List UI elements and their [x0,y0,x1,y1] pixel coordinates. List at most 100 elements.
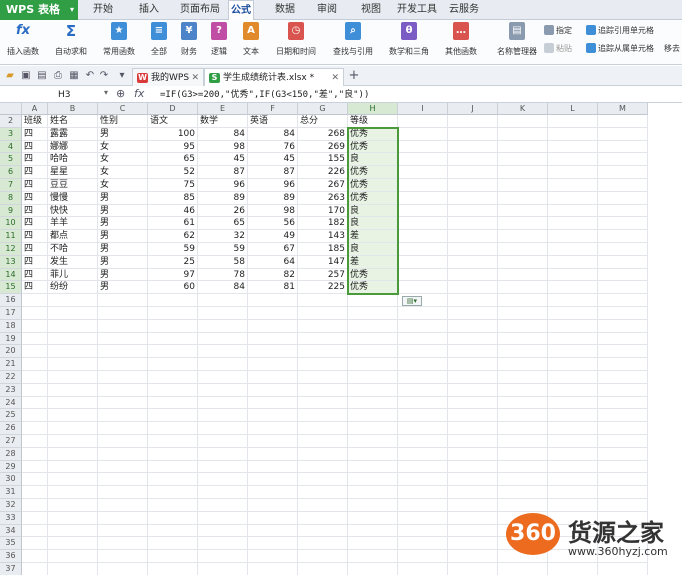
table-cell[interactable]: 娜娜 [48,140,98,154]
save-as-icon[interactable]: ▤ [36,70,48,82]
empty-cell[interactable] [198,447,248,461]
empty-cell[interactable] [398,140,448,154]
empty-cell[interactable] [498,435,548,448]
empty-cell[interactable] [448,345,498,359]
empty-cell[interactable] [48,511,98,525]
empty-cell[interactable] [448,511,498,525]
empty-cell[interactable] [198,473,248,487]
empty-cell[interactable] [398,422,448,435]
empty-cell[interactable] [498,409,548,423]
print-icon[interactable]: ⎙ [52,70,64,82]
empty-cell[interactable] [448,319,498,333]
empty-cell[interactable] [22,358,48,371]
row-header[interactable]: 18 [0,319,22,333]
empty-cell[interactable] [248,371,298,384]
table-cell[interactable]: 45 [248,153,298,167]
row-header[interactable]: 6 [0,166,22,179]
empty-cell[interactable] [148,460,198,474]
table-cell[interactable]: 97 [148,268,198,282]
table-cell[interactable]: 182 [298,217,348,231]
empty-cell[interactable] [298,447,348,461]
empty-cell[interactable] [548,268,598,282]
table-cell[interactable]: 良 [348,217,398,231]
empty-cell[interactable] [248,332,298,346]
empty-cell[interactable] [98,537,148,551]
empty-cell[interactable] [398,358,448,371]
menu-tab[interactable]: 云服务 [446,0,482,20]
row-header[interactable]: 36 [0,550,22,563]
table-cell[interactable]: 61 [148,217,198,231]
redo-icon[interactable]: ↷ [98,70,110,82]
row-header[interactable]: 35 [0,537,22,551]
autofill-options-icon[interactable]: ▤▾ [402,296,422,307]
empty-cell[interactable] [148,550,198,563]
empty-cell[interactable] [22,332,48,346]
header-cell[interactable]: 总分 [298,115,348,128]
print-preview-icon[interactable]: ▦ [68,70,80,82]
empty-cell[interactable] [498,422,548,435]
empty-cell[interactable] [248,499,298,512]
empty-cell[interactable] [48,447,98,461]
empty-cell[interactable] [248,447,298,461]
empty-cell[interactable] [348,563,398,575]
empty-cell[interactable] [548,115,598,128]
empty-cell[interactable] [148,499,198,512]
empty-cell[interactable] [548,127,598,141]
other-functions-button[interactable]: … 其他函数 [438,22,484,64]
empty-cell[interactable] [448,499,498,512]
empty-cell[interactable] [348,524,398,538]
empty-cell[interactable] [448,115,498,128]
table-cell[interactable]: 84 [198,127,248,141]
table-cell[interactable]: 不哈 [48,243,98,256]
empty-cell[interactable] [448,153,498,167]
empty-cell[interactable] [22,371,48,384]
menu-tab[interactable]: 开始 [88,0,118,20]
row-header[interactable]: 22 [0,371,22,384]
remove-arrows-button[interactable]: 移去 [664,42,680,56]
empty-cell[interactable] [22,294,48,307]
table-cell[interactable]: 四 [22,140,48,154]
empty-cell[interactable] [148,371,198,384]
empty-cell[interactable] [22,486,48,499]
empty-cell[interactable] [98,435,148,448]
empty-cell[interactable] [22,409,48,423]
empty-cell[interactable] [598,281,648,295]
empty-cell[interactable] [498,127,548,141]
table-cell[interactable]: 65 [148,153,198,167]
empty-cell[interactable] [298,307,348,320]
table-cell[interactable]: 四 [22,230,48,243]
table-cell[interactable]: 女 [98,166,148,179]
empty-cell[interactable] [348,409,398,423]
empty-cell[interactable] [498,396,548,410]
empty-cell[interactable] [398,115,448,128]
zoom-search-icon[interactable]: ⊕ [116,87,125,100]
table-cell[interactable]: 87 [198,166,248,179]
row-header[interactable]: 2 [0,115,22,128]
empty-cell[interactable] [398,524,448,538]
empty-cell[interactable] [248,294,298,307]
empty-cell[interactable] [548,255,598,269]
dropdown-icon[interactable]: ▾ [104,88,108,97]
empty-cell[interactable] [22,447,48,461]
table-cell[interactable]: 优秀 [348,179,398,192]
empty-cell[interactable] [498,191,548,205]
empty-cell[interactable] [298,332,348,346]
empty-cell[interactable] [398,460,448,474]
empty-cell[interactable] [448,243,498,256]
row-header[interactable]: 23 [0,383,22,397]
table-cell[interactable]: 女 [98,140,148,154]
empty-cell[interactable] [398,345,448,359]
table-cell[interactable]: 155 [298,153,348,167]
empty-cell[interactable] [398,153,448,167]
empty-cell[interactable] [348,396,398,410]
empty-cell[interactable] [498,486,548,499]
empty-cell[interactable] [548,499,598,512]
table-cell[interactable]: 26 [198,204,248,218]
empty-cell[interactable] [48,358,98,371]
header-cell[interactable]: 等级 [348,115,398,128]
empty-cell[interactable] [48,383,98,397]
row-header[interactable]: 21 [0,358,22,371]
app-menu-button[interactable]: WPS 表格 ▾ [0,0,78,20]
empty-cell[interactable] [448,383,498,397]
empty-cell[interactable] [398,550,448,563]
